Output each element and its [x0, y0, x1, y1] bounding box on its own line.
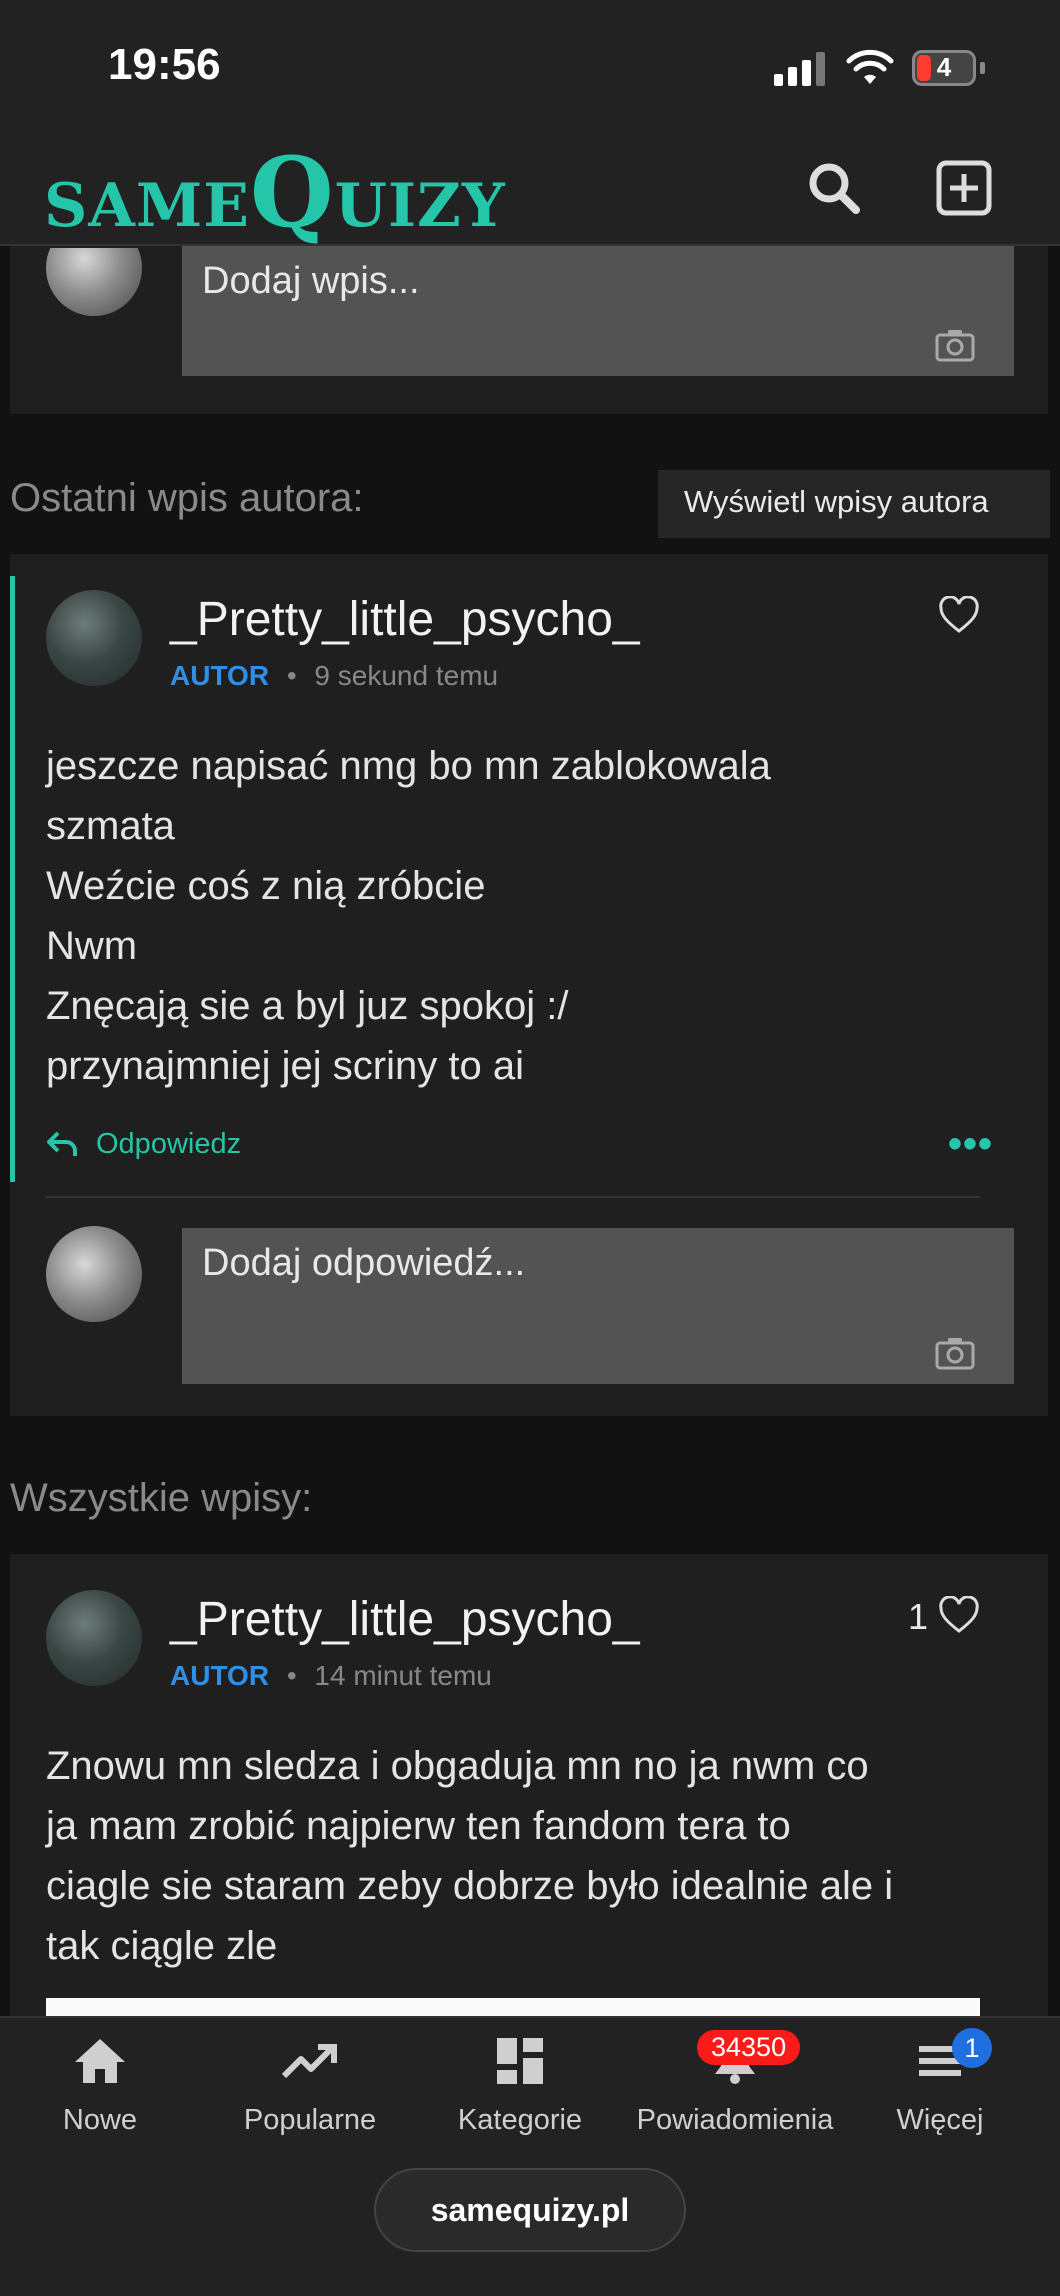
meta-dot: • [286, 660, 297, 691]
nav-item-kategorie[interactable]: Kategorie [445, 2036, 595, 2146]
post-body: jeszcze napisać nmg bo mn zablokowala sz… [46, 744, 771, 1088]
add-reply-input[interactable]: Dodaj odpowiedź... [182, 1228, 1014, 1384]
trending-icon [281, 2044, 337, 2079]
status-time: 19:56 [108, 40, 221, 89]
grid-icon [497, 2038, 543, 2084]
more-options-icon[interactable]: ••• [948, 1122, 993, 1167]
nav-label: Powiadomienia [636, 2104, 834, 2136]
logo-part-q: Q [250, 136, 335, 249]
url-bar[interactable]: samequizy.pl [374, 2168, 686, 2252]
camera-icon[interactable] [935, 1336, 975, 1370]
post-image[interactable] [46, 1998, 980, 2016]
nav-label: Więcej [896, 2104, 984, 2136]
post-time: 14 minut temu [314, 1660, 492, 1691]
reply-icon[interactable] [46, 1130, 78, 1158]
more-badge: 1 [952, 2028, 992, 2068]
bottom-nav: Nowe Popularne Kategorie Powiadomienia 3… [0, 2016, 1060, 2296]
nav-label: Kategorie [457, 2104, 583, 2136]
author-username[interactable]: _Pretty_little_psycho_ [170, 592, 640, 647]
all-posts-label: Wszystkie wpisy: [10, 1476, 313, 1520]
notifications-badge: 34350 [697, 2030, 801, 2065]
signal-icon [774, 52, 826, 86]
author-avatar[interactable] [46, 590, 142, 686]
home-icon [75, 2039, 125, 2083]
like-count: 1 [908, 1596, 929, 1637]
samequizy-logo[interactable]: SAMEQUIZY [44, 136, 506, 249]
divider [46, 1196, 980, 1198]
heart-icon[interactable] [938, 596, 980, 634]
nav-item-nowe[interactable]: Nowe [40, 2036, 160, 2146]
post-accent-bar [10, 576, 15, 1182]
post-body: Znowu mn sledza i obgaduja mn no ja nwm … [46, 1744, 894, 1968]
author-badge: AUTOR [170, 1660, 270, 1691]
app-header: SAMEQUIZY [0, 130, 1060, 249]
nav-label: Popularne [243, 2104, 377, 2136]
add-post-icon[interactable] [934, 158, 994, 218]
search-icon[interactable] [804, 158, 864, 218]
battery-cap [980, 62, 985, 74]
add-reply-placeholder: Dodaj odpowiedź... [202, 1242, 526, 1284]
nav-item-popularne[interactable]: Popularne [230, 2036, 390, 2146]
reply-link[interactable]: Odpowiedz [96, 1128, 241, 1161]
view-author-posts-button[interactable]: Wyświetl wpisy autora [658, 470, 1050, 538]
battery-icon: 4 [912, 50, 976, 86]
add-post-input[interactable]: Dodaj wpis... [182, 246, 1014, 376]
post-time: 9 sekund temu [314, 660, 499, 691]
camera-icon[interactable] [935, 328, 975, 362]
nav-label: Nowe [62, 2104, 138, 2136]
status-bar: 19:56 4 [0, 0, 1060, 130]
post-meta: AUTOR • 9 sekund temu [170, 660, 498, 692]
author-username[interactable]: _Pretty_little_psycho_ [170, 1592, 640, 1647]
battery-level: 4 [936, 52, 952, 82]
meta-dot: • [286, 1660, 297, 1691]
latest-post-label: Ostatni wpis autora: [10, 476, 364, 520]
logo-part-uizy: UIZY [334, 171, 506, 241]
post-meta: AUTOR • 14 minut temu [170, 1660, 492, 1692]
author-avatar[interactable] [46, 1590, 142, 1686]
add-post-placeholder: Dodaj wpis... [202, 260, 420, 302]
heart-icon[interactable] [938, 1596, 980, 1634]
current-user-avatar [46, 1226, 142, 1322]
author-badge: AUTOR [170, 660, 270, 691]
logo-part-same: SAME [44, 171, 251, 241]
wifi-icon [846, 49, 894, 84]
